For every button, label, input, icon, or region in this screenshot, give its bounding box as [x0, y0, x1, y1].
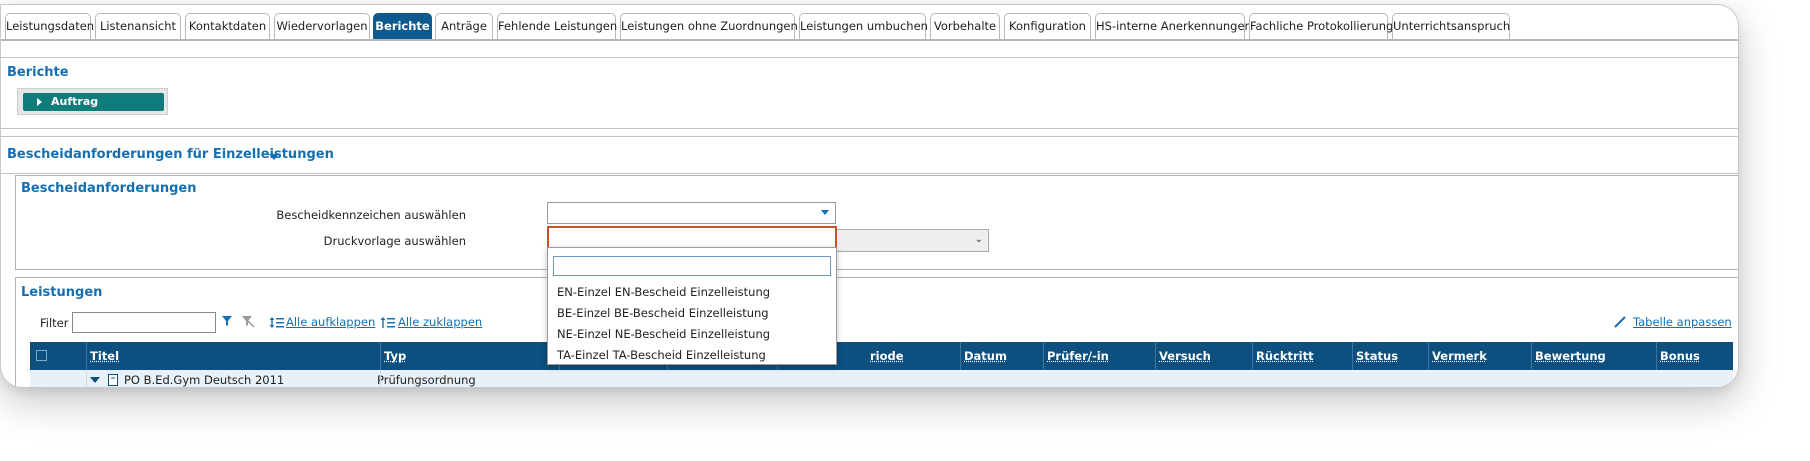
tab-underline [1, 39, 1738, 41]
dropdown-option[interactable]: TA-Einzel TA-Bescheid Einzelleistung [557, 348, 766, 362]
pencil-icon[interactable] [1613, 315, 1627, 329]
expand-all-link[interactable]: Alle aufklappen [286, 315, 375, 329]
column-header-bonus[interactable]: Bonus [1656, 342, 1733, 370]
tab-leistungen-umbuchen[interactable]: Leistungen umbuchen [799, 13, 928, 39]
column-header-ruecktritt[interactable]: Rücktritt [1252, 342, 1352, 370]
tab-wiedervorlagen[interactable]: Wiedervorlagen [274, 13, 370, 39]
tab-fachliche-protokollierung[interactable]: Fachliche Protokollierung [1249, 13, 1393, 39]
section-title-berichte: Berichte [7, 65, 69, 80]
section-title-einzelleistungen[interactable]: Bescheidanforderungen für Einzelleistung… [7, 147, 334, 162]
auftrag-auswaehlen-button[interactable]: Auftrag auswählen [23, 93, 164, 126]
chevron-down-icon: ⌄ [974, 234, 983, 245]
divider [1, 128, 1738, 129]
column-divider [380, 370, 381, 387]
auftrag-toolbar: Auftrag auswählen [17, 88, 168, 126]
table-row[interactable]: PO B.Ed.Gym Deutsch 2011 Prüfungsordnung [30, 370, 1733, 387]
chevron-down-icon[interactable] [90, 377, 100, 383]
kennzeichen-label: Bescheidkennzeichen auswählen [276, 208, 466, 222]
dropdown-search-input[interactable] [553, 256, 831, 276]
kennzeichen-dropdown: EN-Einzel EN-Bescheid Einzelleistung BE-… [547, 247, 837, 365]
kennzeichen-select[interactable] [547, 202, 836, 224]
row-type: Prüfungsordnung [377, 373, 476, 387]
collapse-all-link[interactable]: Alle zuklappen [398, 315, 482, 329]
tab-bar: Leistungsdaten Listenansicht Kontaktdate… [1, 13, 1738, 39]
tab-kontaktdaten[interactable]: Kontaktdaten [185, 13, 270, 39]
column-header-typ[interactable]: Typ [380, 342, 559, 370]
druckvorlage-label: Druckvorlage auswählen [323, 234, 466, 248]
column-header-versuch[interactable]: Versuch [1155, 342, 1252, 370]
filter-icon[interactable] [221, 315, 233, 327]
app-window: Leistungsdaten Listenansicht Kontaktdate… [0, 4, 1739, 388]
tab-vorbehalte[interactable]: Vorbehalte [930, 13, 1000, 39]
tab-listenansicht[interactable]: Listenansicht [95, 13, 181, 39]
divider [1, 173, 1738, 174]
column-header-status[interactable]: Status [1352, 342, 1428, 370]
divider [1, 57, 1738, 58]
column-header-datum[interactable]: Datum [960, 342, 1043, 370]
tab-hs-interne-anerkennungen[interactable]: HS-interne Anerkennungen [1095, 13, 1252, 39]
caret-right-icon [37, 98, 42, 106]
document-icon [108, 374, 118, 386]
tab-fehlende-leistungen[interactable]: Fehlende Leistungen [497, 13, 617, 39]
chevron-down-icon[interactable] [269, 154, 279, 160]
tab-berichte[interactable]: Berichte [373, 13, 432, 39]
clear-filter-icon[interactable] [241, 315, 255, 328]
column-header-bewertung[interactable]: Bewertung [1531, 342, 1656, 370]
dropdown-option[interactable]: NE-Einzel NE-Bescheid Einzelleistung [557, 327, 770, 341]
section-title-bescheidanforderungen: Bescheidanforderungen [21, 181, 197, 196]
auftrag-button-label: Auftrag auswählen [51, 95, 118, 126]
chevron-down-icon [821, 210, 829, 215]
dropdown-option[interactable]: EN-Einzel EN-Bescheid Einzelleistung [557, 285, 770, 299]
column-divider [86, 370, 87, 387]
select-all-checkbox[interactable] [36, 350, 47, 361]
einzelleistungen-title-text: Bescheidanforderungen für Einzelleistung… [7, 147, 334, 162]
row-title: PO B.Ed.Gym Deutsch 2011 [124, 373, 285, 387]
customize-table-link[interactable]: Tabelle anpassen [1633, 315, 1732, 329]
column-header-titel[interactable]: Titel [86, 342, 380, 370]
tab-konfiguration[interactable]: Konfiguration [1004, 13, 1091, 39]
tab-unterrichtsanspruch[interactable]: Unterrichtsanspruch [1392, 13, 1510, 39]
bescheid-panel [15, 175, 1738, 270]
tab-antraege[interactable]: Anträge [435, 13, 493, 39]
tab-leistungen-ohne-zuordnungen[interactable]: Leistungen ohne Zuordnungen 0 [620, 13, 809, 39]
column-header-vermerk[interactable]: Vermerk [1428, 342, 1531, 370]
expand-all-icon[interactable] [269, 316, 284, 329]
section-title-leistungen: Leistungen [21, 285, 103, 300]
collapse-all-icon[interactable] [380, 316, 395, 329]
column-header-pruefer[interactable]: Prüfer/-in [1043, 342, 1155, 370]
dropdown-option[interactable]: BE-Einzel BE-Bescheid Einzelleistung [557, 306, 769, 320]
tab-leistungsdaten[interactable]: Leistungsdaten [5, 13, 94, 39]
divider [1, 136, 1738, 137]
table-header: Titel Typ riode Datum Prüfer/-in Versuch… [30, 342, 1733, 370]
filter-label: Filter [40, 316, 69, 330]
filter-input[interactable] [72, 312, 216, 333]
